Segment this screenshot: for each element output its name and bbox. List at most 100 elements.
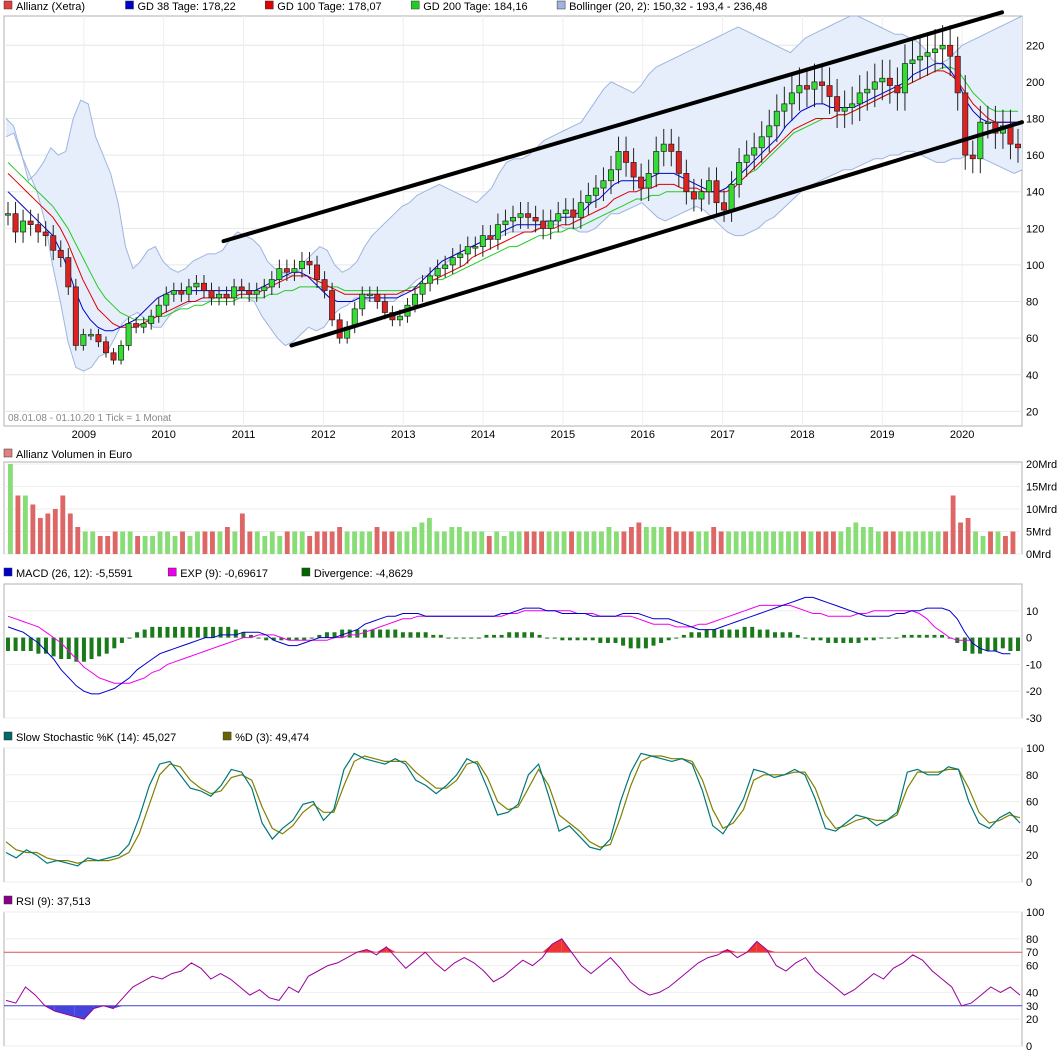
candle-body [283,268,290,273]
volume-bar [599,531,604,554]
volume-bar [591,531,597,554]
candle-body [517,213,524,218]
macd-divergence-bar [28,637,33,651]
volume-bar [352,531,358,554]
stoch-y-tick-5: 0 [1026,877,1032,889]
candle-body [231,286,238,299]
candle-body [412,293,419,306]
candle-body [5,213,11,216]
volume-bar [868,527,874,554]
macd-divergence-bar [203,626,208,638]
candle-body [555,213,562,222]
candle-body [306,260,313,266]
price-y-tick-3: 80 [1026,297,1038,309]
volume-bar [135,536,141,554]
rsi-y-tick-4: 20 [1026,1014,1038,1026]
macd-y-tick-2: -10 [1026,659,1042,671]
price-y-tick-1: 40 [1026,370,1038,382]
price-y-tick-7: 160 [1026,150,1044,162]
candle-body [427,275,434,284]
volume-bar [756,531,762,554]
price-legend-label-0: Allianz (Xetra) [16,1,85,13]
volume-bar [367,531,372,554]
price-x-label-10: 2019 [870,429,894,441]
candle-body [954,55,961,94]
candle-body [600,180,607,189]
candle-body [645,173,652,189]
volume-bar [254,531,260,554]
macd-divergence-bar [818,637,823,641]
macd-divergence-bar [127,637,132,639]
candle-body [148,315,155,324]
candle-body [705,180,712,193]
candle-body [773,110,780,127]
volume-bar [90,531,96,554]
price-legend-label-4: Bollinger (20, 2): 150,32 - 193,4 - 236,… [569,1,767,13]
price-legend-label-1: GD 38 Tage: 178,22 [138,1,236,13]
macd-divergence-bar [613,637,618,643]
macd-divergence-bar [894,637,899,639]
macd-divergence-bar [666,637,671,641]
volume-bar [830,531,836,554]
macd-divergence-bar [97,637,102,657]
macd-divergence-bar [476,637,481,639]
macd-divergence-bar [393,629,398,638]
macd-divergence-bar [514,632,519,638]
macd-panel-frame [3,583,1023,719]
macd-divergence-bar [598,637,603,643]
volume-bar [150,536,156,554]
candle-body [502,220,509,226]
macd-divergence-bar [567,637,572,641]
volume-legend-swatch-0 [3,448,13,458]
macd-divergence-bar [993,637,998,651]
volume-bar [269,531,275,554]
candle-body [253,290,260,295]
candle-body [917,55,924,61]
volume-bar [890,531,896,554]
macd-divergence-bar [340,629,345,638]
volume-bar [157,531,163,554]
volume-bar [546,531,552,554]
macd-divergence-bar [742,626,747,638]
candle-body [163,293,170,306]
macd-divergence-bar [507,632,512,638]
volume-bar [965,518,971,554]
macd-divergence-bar [36,637,41,654]
macd-divergence-bar [871,637,876,641]
candle-body [781,103,788,112]
volume-bar [397,531,402,554]
volume-bar [606,527,612,554]
volume-bar [142,536,148,554]
candle-body [125,323,132,346]
macd-divergence-bar [712,629,717,638]
candle-body [193,282,200,288]
volume-bar [561,531,567,554]
candle-body [133,323,140,328]
candle-body [977,121,984,160]
candle-body [638,176,645,189]
volume-bar [30,504,36,554]
volume-bar [45,513,51,554]
macd-divergence-bar [112,637,117,649]
macd-divergence-bar [446,637,451,639]
macd-divergence-bar [659,637,664,643]
volume-bar [82,531,88,554]
candle-body [510,216,516,222]
volume-bar [681,531,687,554]
volume-bar [1010,531,1016,554]
price-legend-swatch-3 [410,0,420,10]
candle-body [268,279,275,288]
macd-divergence-bar [499,634,504,638]
volume-bar [52,509,58,554]
macd-divergence-bar [195,626,200,638]
candle-body [630,162,637,178]
stoch-legend-label-1: %D (3): 49,474 [235,732,309,744]
candle-body [984,121,991,125]
volume-bar [202,531,208,554]
volume-bar [37,518,43,554]
macd-legend-swatch-1 [167,567,177,577]
stoch-y-tick-2: 60 [1026,797,1038,809]
candle-body [819,81,826,86]
price-legend-label-2: GD 100 Tage: 178,07 [277,1,381,13]
macd-divergence-bar [347,629,352,638]
